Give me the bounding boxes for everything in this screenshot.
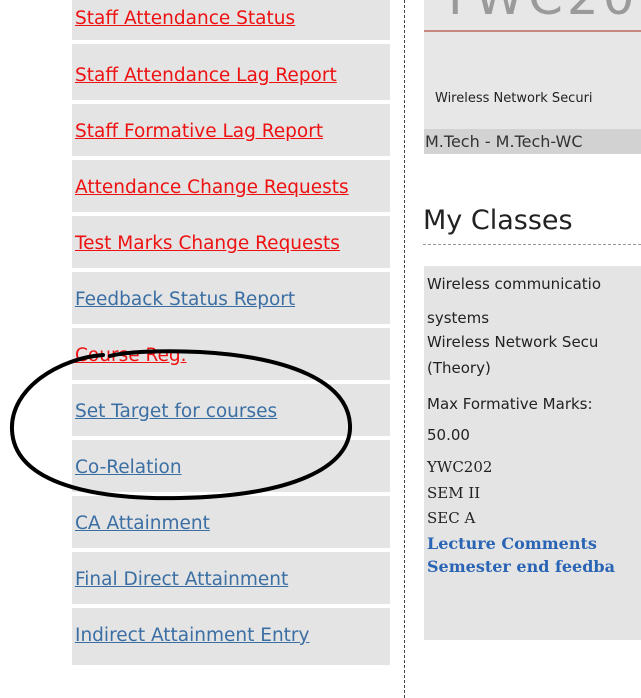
class-subject-name: Wireless Network Secu <box>427 333 599 351</box>
sidebar-item-label[interactable]: Staff Formative Lag Report <box>75 120 390 144</box>
sidebar-item-label[interactable]: CA Attainment <box>75 512 390 536</box>
sidebar-item-label[interactable]: Final Direct Attainment <box>75 568 390 592</box>
heading-rule <box>423 244 641 245</box>
sidebar-item-staff-formative-lag-report[interactable]: Staff Formative Lag Report <box>72 104 390 160</box>
sidebar-item-test-marks-change-requests[interactable]: Test Marks Change Requests <box>72 216 390 272</box>
sidebar-item-label[interactable]: Co-Relation <box>75 456 390 480</box>
card-accent-line <box>424 30 641 32</box>
course-program: M.Tech - M.Tech-WC <box>424 129 641 154</box>
sidebar-item-attendance-change-requests[interactable]: Attendance Change Requests <box>72 160 390 216</box>
sidebar-item-label[interactable]: Staff Attendance Lag Report <box>75 64 390 88</box>
sidebar-item-label[interactable]: Test Marks Change Requests <box>75 232 390 256</box>
course-code-banner: YWC202 <box>440 0 641 26</box>
column-divider <box>404 0 405 698</box>
sidebar-item-set-target-for-courses[interactable]: Set Target for courses <box>72 384 390 440</box>
class-semester: SEM II <box>427 484 481 502</box>
sidebar-item-label[interactable]: Indirect Attainment Entry <box>75 624 390 648</box>
sidebar-item-final-direct-attainment[interactable]: Final Direct Attainment <box>72 552 390 608</box>
course-subject: Wireless Network Securi <box>435 91 593 106</box>
sidebar-item-label[interactable]: Attendance Change Requests <box>75 176 390 200</box>
lecture-comments-link[interactable]: Lecture Comments <box>427 534 597 553</box>
class-subject-type: (Theory) <box>427 359 491 377</box>
sidebar-item-label[interactable]: Set Target for courses <box>75 400 390 424</box>
sidebar-item-label[interactable]: Course Reg. <box>75 344 390 368</box>
class-max-marks-value: 50.00 <box>427 426 470 444</box>
sidebar-item-label[interactable]: Staff Attendance Status <box>75 7 390 31</box>
sidebar-item-label[interactable]: Feedback Status Report <box>75 288 390 312</box>
sidebar-item-co-relation[interactable]: Co-Relation <box>72 440 390 496</box>
class-section: SEC A <box>427 509 476 527</box>
sidebar-menu: Staff Attendance Status Staff Attendance… <box>72 0 390 665</box>
course-card-image[interactable]: YWC202 Wireless Network Securi <box>424 0 641 129</box>
class-course-name-cont: systems <box>427 309 490 327</box>
class-item: Wireless communicatio systems Wireless N… <box>424 266 641 640</box>
sidebar-item-staff-attendance-lag-report[interactable]: Staff Attendance Lag Report <box>72 44 390 104</box>
class-max-marks-label: Max Formative Marks: <box>427 395 593 413</box>
class-course-name: Wireless communicatio <box>427 275 602 293</box>
sidebar-item-feedback-status-report[interactable]: Feedback Status Report <box>72 272 390 328</box>
class-code: YWC202 <box>427 458 493 476</box>
sidebar-item-course-reg[interactable]: Course Reg. <box>72 328 390 384</box>
semester-end-feedback-link[interactable]: Semester end feedba <box>427 557 615 576</box>
sidebar-item-ca-attainment[interactable]: CA Attainment <box>72 496 390 552</box>
my-classes-heading: My Classes <box>423 205 573 236</box>
sidebar-item-staff-attendance-status[interactable]: Staff Attendance Status <box>72 0 390 44</box>
sidebar-item-indirect-attainment-entry[interactable]: Indirect Attainment Entry <box>72 608 390 665</box>
course-card[interactable]: YWC202 Wireless Network Securi M.Tech - … <box>424 0 641 154</box>
